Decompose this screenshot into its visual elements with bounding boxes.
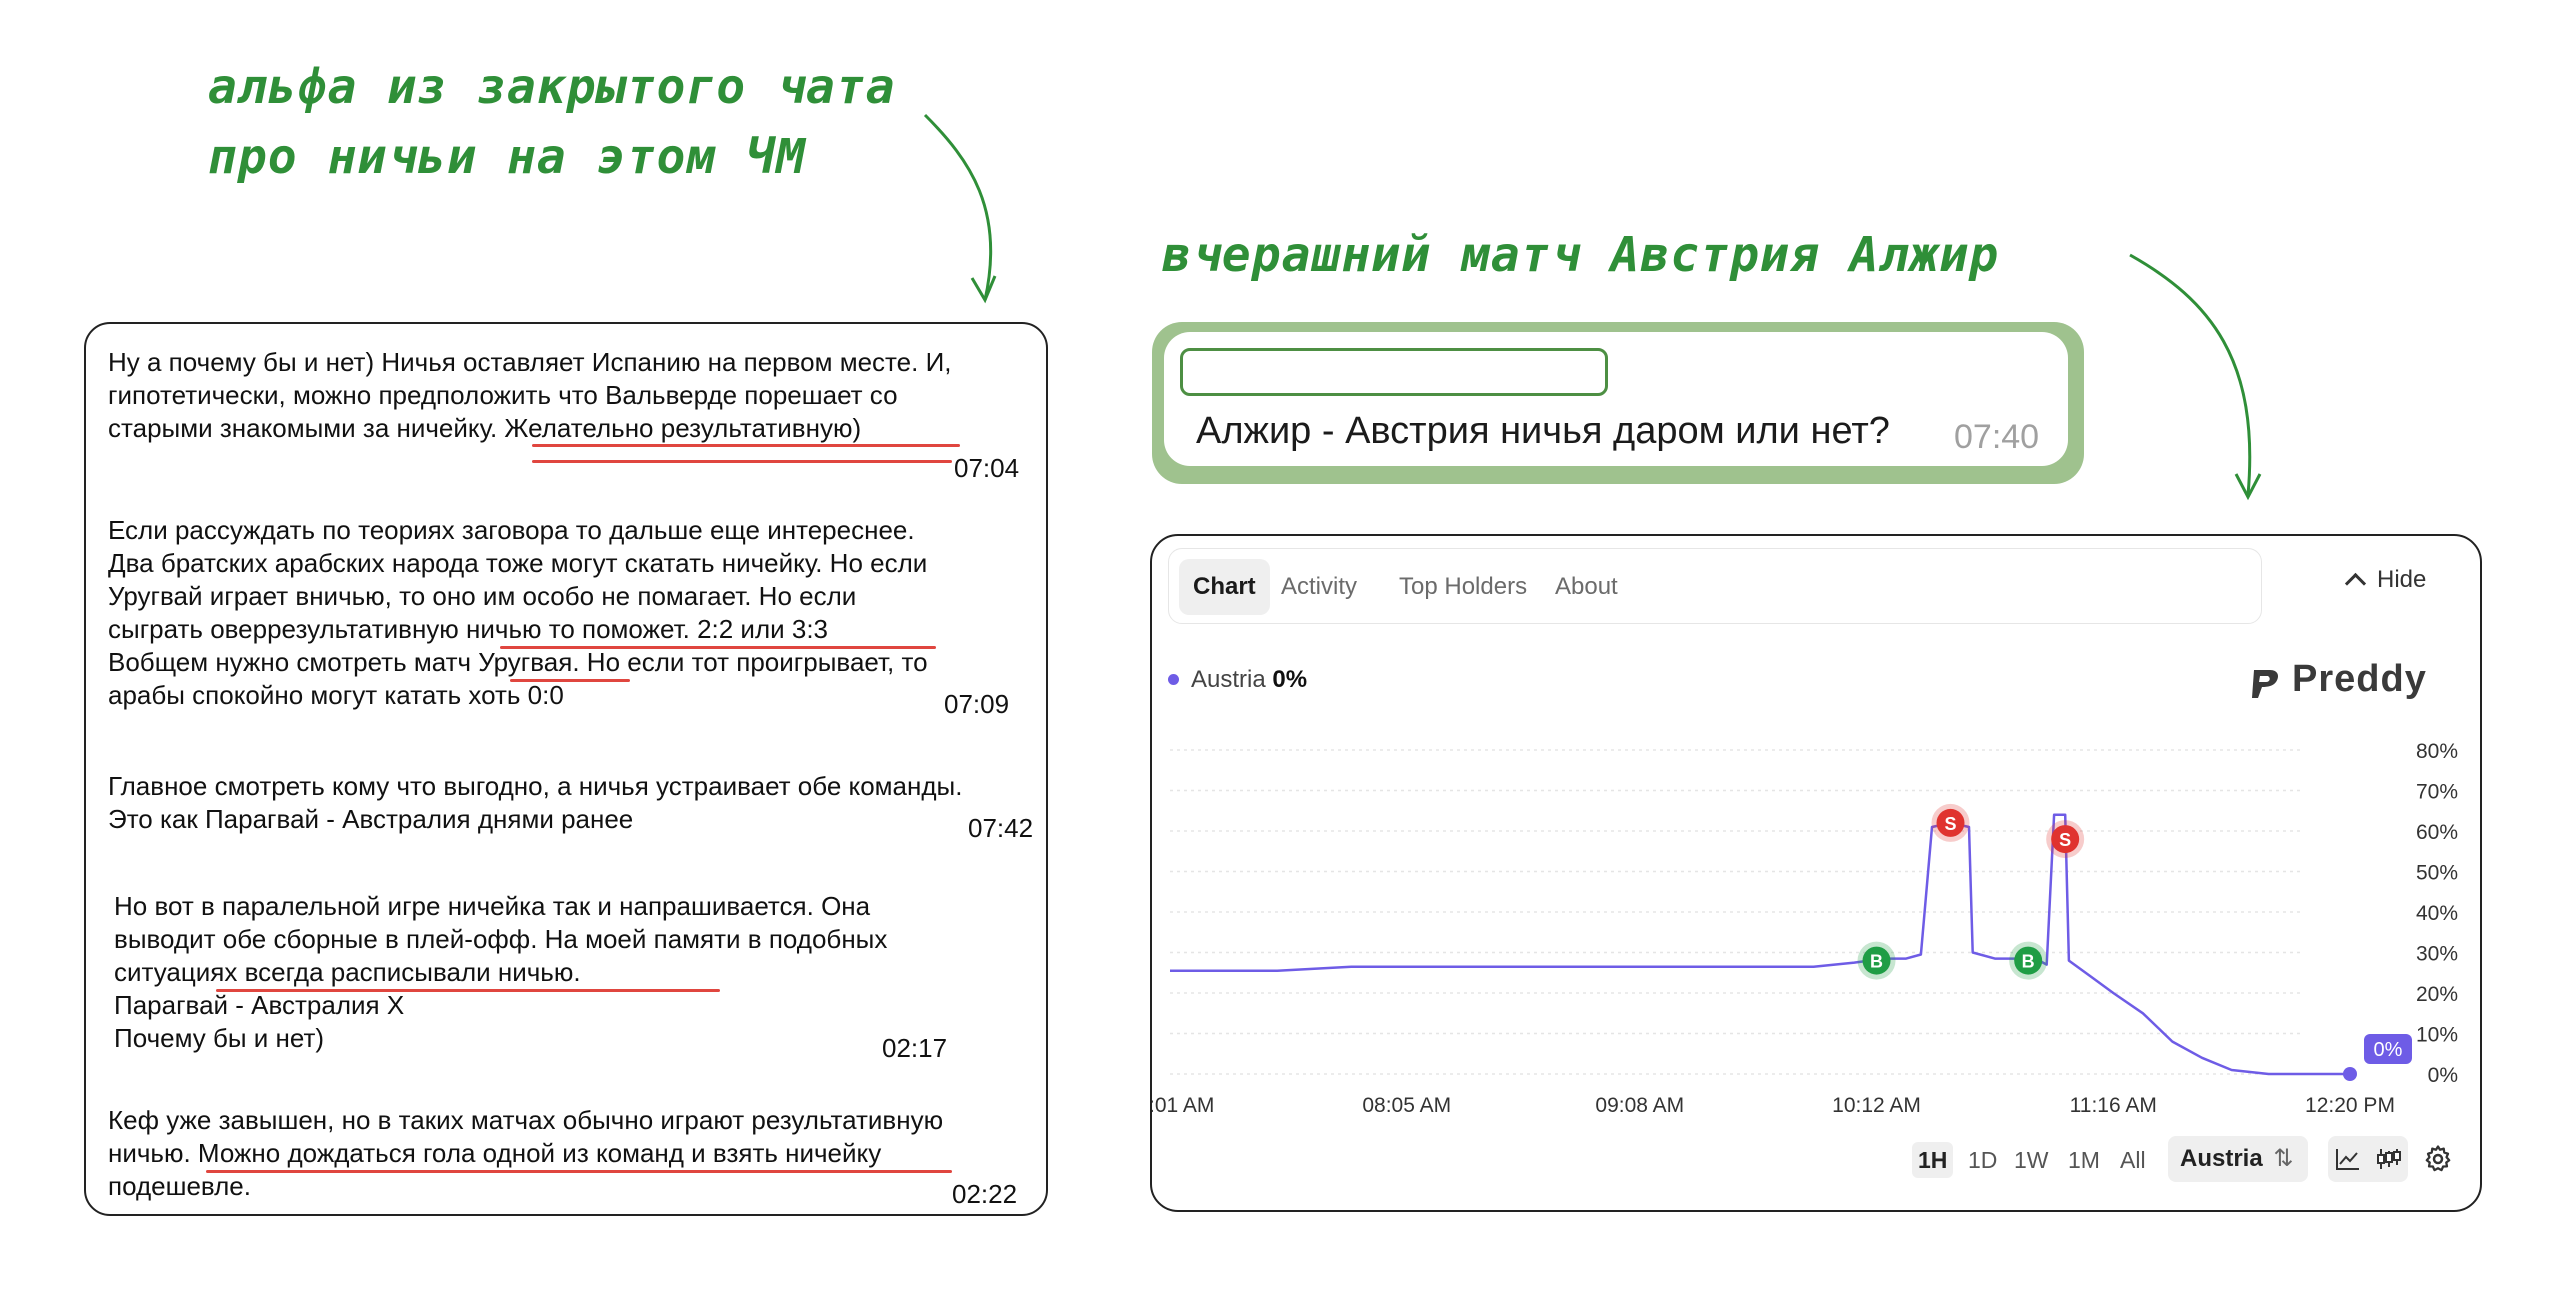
- range-1h[interactable]: 1H: [1912, 1142, 1954, 1178]
- chat-message-3: Главное смотреть кому что выгодно, а нич…: [108, 771, 963, 834]
- y-tick-label: 20%: [2416, 983, 2458, 1006]
- chat-message-1: Ну а почему бы и нет) Ничья оставляет Ис…: [108, 347, 952, 443]
- underline: [510, 679, 630, 682]
- y-tick-label: 30%: [2416, 943, 2458, 966]
- x-tick-label: 10:12 AM: [1832, 1094, 1921, 1117]
- marker-label: B: [2022, 952, 2035, 972]
- chat-message-4: Но вот в паралельной игре ничейка так и …: [114, 891, 888, 1053]
- message-time: 07:42: [968, 813, 1034, 843]
- message-time: 02:17: [882, 1033, 948, 1063]
- range-1d[interactable]: 1D: [1968, 1142, 1997, 1178]
- range-1w[interactable]: 1W: [2014, 1142, 2049, 1178]
- chat-panel: Ну а почему бы и нет) Ничья оставляет Ис…: [84, 322, 1048, 1216]
- arrow-right: [2129, 253, 2252, 496]
- arrow-left: [923, 113, 993, 301]
- message-time: 07:04: [954, 453, 1020, 483]
- message-time: 07:40: [1954, 418, 2040, 456]
- price-chart[interactable]: 80% 70% 60% 50% 40% 30% 20% 10% 0% 07:01 AM 08:05 …: [1152, 536, 2482, 1136]
- sort-arrows-icon: ⇅: [2273, 1145, 2294, 1172]
- line-chart-icon: [2336, 1149, 2359, 1170]
- x-tick-label: 07:01 AM: [1152, 1094, 1214, 1117]
- marker-label: S: [2059, 830, 2071, 850]
- message-bubble[interactable]: Алжир - Австрия ничья даром или нет? 07:…: [1164, 332, 2068, 466]
- y-tick-label: 70%: [2416, 781, 2458, 804]
- range-all[interactable]: All: [2120, 1142, 2146, 1178]
- market-chart-widget: Chart Activity Top Holders About Hide Au…: [1150, 534, 2482, 1212]
- x-tick-label: 08:05 AM: [1362, 1094, 1451, 1117]
- y-tick-label: 50%: [2416, 862, 2458, 885]
- chat-message-5: Кеф уже завышен, но в таких матчах обычн…: [108, 1105, 944, 1201]
- underline: [206, 1170, 952, 1173]
- gear-icon: [2425, 1145, 2451, 1172]
- y-tick-label: 0%: [2428, 1064, 2458, 1087]
- candlestick-button[interactable]: [2368, 1136, 2408, 1182]
- y-tick-label: 40%: [2416, 902, 2458, 925]
- annotation-line-2: про ничьи на этом ЧМ: [208, 129, 806, 185]
- outcome-selector[interactable]: Austria ⇅: [2168, 1136, 2308, 1182]
- x-tick-label: 11:16 AM: [2070, 1094, 2157, 1117]
- candlestick-icon: [2377, 1149, 2401, 1169]
- marker-label: S: [1944, 814, 1956, 834]
- y-tick-label: 60%: [2416, 821, 2458, 844]
- message-time: 07:09: [944, 689, 1010, 719]
- chat-message-2: Если рассуждать по теориях заговора то д…: [108, 515, 928, 710]
- underline: [532, 444, 960, 447]
- current-point: [2343, 1067, 2357, 1081]
- x-tick-label: 09:08 AM: [1595, 1094, 1684, 1117]
- y-tick-label: 80%: [2416, 740, 2458, 763]
- message-bubble-background: Алжир - Австрия ничья даром или нет? 07:…: [1152, 322, 2084, 484]
- underline: [500, 646, 936, 649]
- message-text: Алжир - Австрия ничья даром или нет?: [1196, 410, 1890, 452]
- underline: [532, 460, 952, 463]
- arrow-left-head: [970, 275, 997, 304]
- reply-preview[interactable]: [1180, 348, 1608, 396]
- y-tick-label: 10%: [2416, 1024, 2458, 1047]
- x-tick-label: 12:20 PM: [2305, 1094, 2395, 1117]
- annotation-line-1: альфа из закрытого чата: [208, 59, 896, 115]
- annotation-match: вчерашний матч Австрия Алжир: [1162, 227, 2000, 283]
- settings-button[interactable]: [2418, 1136, 2458, 1182]
- underline: [216, 989, 720, 992]
- annotation-alpha: альфа из закрытого чата про ничьи на это…: [208, 52, 896, 192]
- range-1m[interactable]: 1M: [2068, 1142, 2100, 1178]
- marker-label: B: [1870, 952, 1883, 972]
- line-chart-button[interactable]: [2328, 1136, 2368, 1182]
- series-line-austria: [1170, 813, 2350, 1076]
- current-value-label: 0%: [2374, 1039, 2403, 1061]
- message-time: 02:22: [952, 1179, 1018, 1209]
- arrow-right-head: [2234, 473, 2262, 501]
